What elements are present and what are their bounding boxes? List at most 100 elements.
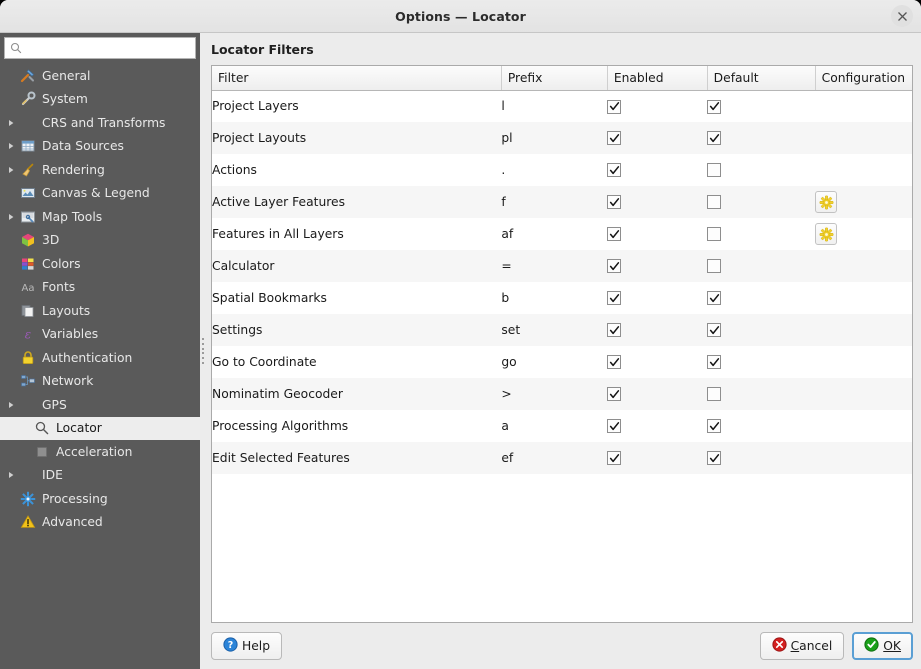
- enabled-checkbox[interactable]: [607, 227, 622, 242]
- svg-text:Aa: Aa: [21, 283, 34, 294]
- column-header-enabled[interactable]: Enabled: [607, 66, 708, 91]
- table-row[interactable]: Project Layouts pl: [212, 122, 912, 154]
- sidebar-item-data-sources[interactable]: Data Sources: [0, 135, 200, 159]
- gear-yellow-icon[interactable]: [815, 191, 838, 213]
- default-checkbox[interactable]: [707, 163, 722, 178]
- filter-prefix-cell[interactable]: go: [501, 346, 607, 378]
- sidebar-item-authentication[interactable]: Authentication: [0, 346, 200, 370]
- default-cell: [707, 122, 815, 154]
- column-header-default[interactable]: Default: [707, 66, 816, 91]
- default-cell: [707, 378, 815, 410]
- column-header-prefix[interactable]: Prefix: [501, 66, 608, 91]
- table-row[interactable]: Go to Coordinate go: [212, 346, 912, 378]
- table-row[interactable]: Nominatim Geocoder >: [212, 378, 912, 410]
- search-box[interactable]: [4, 37, 196, 59]
- sidebar-item-general[interactable]: General: [0, 64, 200, 88]
- enabled-checkbox[interactable]: [607, 291, 622, 306]
- expand-arrow-icon[interactable]: [4, 119, 18, 127]
- default-checkbox[interactable]: [707, 195, 722, 210]
- table-row[interactable]: Edit Selected Features ef: [212, 442, 912, 474]
- sidebar-item-system[interactable]: System: [0, 88, 200, 112]
- table-row[interactable]: Active Layer Features f: [212, 186, 912, 218]
- column-header-configuration[interactable]: Configuration: [815, 66, 912, 91]
- color-swatch-icon: [18, 256, 37, 272]
- filter-prefix-cell[interactable]: .: [501, 154, 607, 186]
- default-checkbox[interactable]: [707, 387, 722, 402]
- sidebar-item-ide[interactable]: IDE: [0, 464, 200, 488]
- enabled-checkbox[interactable]: [607, 195, 622, 210]
- sidebar-item-label: Fonts: [42, 280, 76, 295]
- sidebar-item-locator[interactable]: Locator: [0, 416, 200, 440]
- sidebar-item-fonts[interactable]: Aa Fonts: [0, 276, 200, 300]
- enabled-checkbox[interactable]: [607, 99, 622, 114]
- default-checkbox[interactable]: [707, 99, 722, 114]
- table-row[interactable]: Project Layers l: [212, 90, 912, 122]
- default-checkbox[interactable]: [707, 419, 722, 434]
- sidebar-item-gps[interactable]: GPS: [0, 393, 200, 417]
- table-row[interactable]: Actions.: [212, 154, 912, 186]
- splitter-dots: [202, 338, 204, 364]
- default-checkbox[interactable]: [707, 259, 722, 274]
- search-input[interactable]: [27, 41, 190, 55]
- column-header-filter[interactable]: Filter: [212, 66, 502, 91]
- expand-arrow-icon[interactable]: [4, 471, 18, 479]
- sidebar-splitter[interactable]: [200, 33, 206, 669]
- help-blue-icon: ?: [223, 637, 238, 655]
- filter-prefix-cell[interactable]: af: [501, 218, 607, 250]
- enabled-checkbox[interactable]: [607, 387, 622, 402]
- cancel-button[interactable]: Cancel: [759, 632, 845, 660]
- filter-name-cell: Nominatim Geocoder: [212, 387, 343, 401]
- sidebar-item-rendering[interactable]: Rendering: [0, 158, 200, 182]
- expand-arrow-icon[interactable]: [4, 401, 18, 409]
- sidebar-item-advanced[interactable]: Advanced: [0, 511, 200, 535]
- sidebar-item-canvas-legend[interactable]: Canvas & Legend: [0, 182, 200, 206]
- sidebar-item-colors[interactable]: Colors: [0, 252, 200, 276]
- filter-prefix-cell[interactable]: >: [501, 378, 607, 410]
- default-checkbox[interactable]: [707, 355, 722, 370]
- enabled-checkbox[interactable]: [607, 451, 622, 466]
- table-row[interactable]: Settings set: [212, 314, 912, 346]
- filter-prefix-cell[interactable]: b: [501, 282, 607, 314]
- default-checkbox[interactable]: [707, 323, 722, 338]
- table-row[interactable]: Spatial Bookmarks b: [212, 282, 912, 314]
- ok-button[interactable]: OK: [852, 632, 913, 660]
- filter-prefix-cell[interactable]: pl: [501, 122, 607, 154]
- filter-prefix-cell[interactable]: f: [501, 186, 607, 218]
- help-button[interactable]: ? Help: [211, 632, 283, 660]
- enabled-cell: [607, 90, 707, 122]
- sidebar-item-3d[interactable]: 3D: [0, 229, 200, 253]
- filter-prefix-cell[interactable]: =: [501, 250, 607, 282]
- default-checkbox[interactable]: [707, 451, 722, 466]
- sidebar-item-label: CRS and Transforms: [42, 115, 166, 130]
- sidebar-item-map-tools[interactable]: Map Tools: [0, 205, 200, 229]
- sidebar-item-layouts[interactable]: Layouts: [0, 299, 200, 323]
- enabled-checkbox[interactable]: [607, 323, 622, 338]
- enabled-checkbox[interactable]: [607, 419, 622, 434]
- default-checkbox[interactable]: [707, 227, 722, 242]
- close-icon[interactable]: [891, 5, 913, 27]
- default-checkbox[interactable]: [707, 131, 722, 146]
- default-cell: [707, 186, 815, 218]
- sidebar-item-acceleration[interactable]: Acceleration: [0, 440, 200, 464]
- sidebar-item-processing[interactable]: Processing: [0, 487, 200, 511]
- filter-prefix-cell[interactable]: ef: [501, 442, 607, 474]
- default-checkbox[interactable]: [707, 291, 722, 306]
- enabled-checkbox[interactable]: [607, 259, 622, 274]
- table-row[interactable]: Processing Algorithms a: [212, 410, 912, 442]
- expand-arrow-icon[interactable]: [4, 166, 18, 174]
- sidebar-item-crs-and-transforms[interactable]: CRS and Transforms: [0, 111, 200, 135]
- enabled-checkbox[interactable]: [607, 163, 622, 178]
- table-row[interactable]: Features in All Layers af: [212, 218, 912, 250]
- filter-name-cell: Project Layers: [212, 99, 299, 114]
- filter-prefix-cell[interactable]: set: [501, 314, 607, 346]
- gear-yellow-icon[interactable]: [815, 223, 838, 245]
- filter-prefix-cell[interactable]: a: [501, 410, 607, 442]
- sidebar-item-network[interactable]: Network: [0, 370, 200, 394]
- sidebar-item-variables[interactable]: ε Variables: [0, 323, 200, 347]
- table-row[interactable]: Calculator =: [212, 250, 912, 282]
- filter-prefix-cell[interactable]: l: [501, 90, 607, 122]
- expand-arrow-icon[interactable]: [4, 142, 18, 150]
- expand-arrow-icon[interactable]: [4, 213, 18, 221]
- enabled-checkbox[interactable]: [607, 131, 622, 146]
- enabled-checkbox[interactable]: [607, 355, 622, 370]
